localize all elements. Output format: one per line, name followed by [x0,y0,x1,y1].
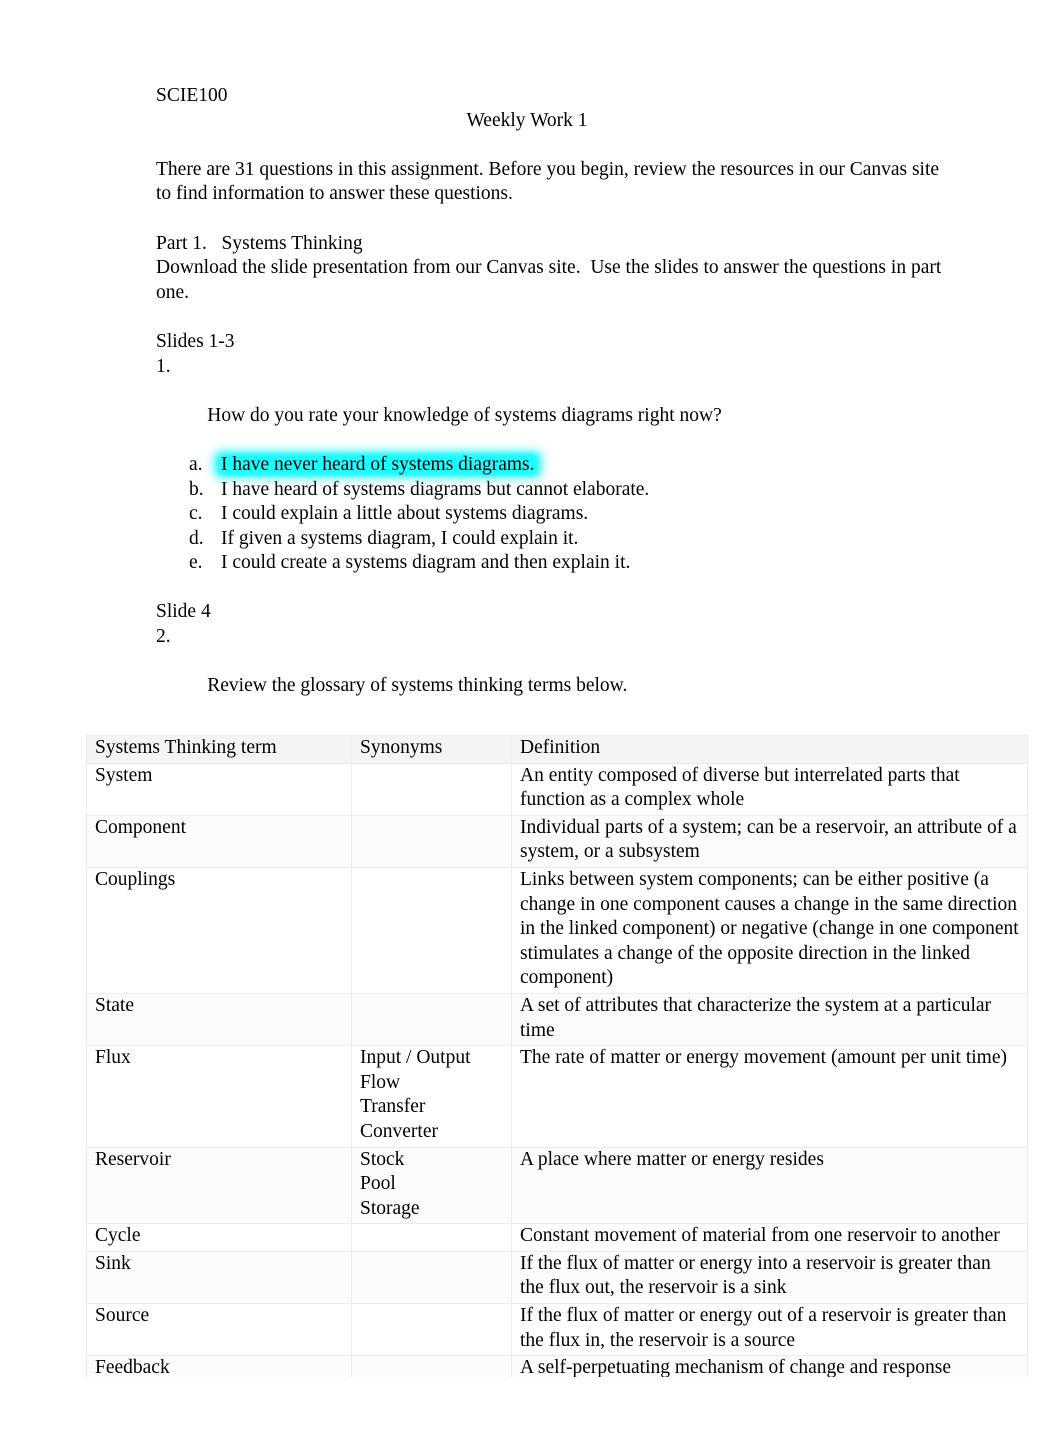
table-row: Couplings Links between system component… [86,866,1028,994]
cell-definition: Individual parts of a system; can be a r… [511,814,1028,868]
cell-term: Cycle [86,1223,352,1252]
document-page: SCIE100 Weekly Work 1 There are 31 quest… [0,0,1062,1437]
cell-synonyms [351,866,512,994]
synonym-item: Stock [360,1148,405,1170]
document-title: Weekly Work 1 [466,109,588,131]
cell-synonyms [351,1223,512,1252]
option-d-label: If given a systems diagram, I could expl… [221,527,579,549]
option-c-label: I could explain a little about systems d… [221,503,589,525]
cell-term: Couplings [86,866,352,994]
cell-definition: A set of attributes that characterize th… [511,992,1028,1047]
intro-paragraph: There are 31 questions in this assignmen… [156,158,944,205]
synonym-item: Transfer [360,1096,426,1118]
cell-definition: An entity composed of diverse but interr… [511,762,1028,816]
option-a[interactable]: a. I have never heard of systems diagram… [156,453,956,478]
option-b[interactable]: b. I have heard of systems diagrams but … [156,478,956,503]
option-d[interactable]: d. If given a systems diagram, I could e… [156,527,956,552]
option-e-label: I could create a systems diagram and the… [221,552,631,574]
synonym-item: Pool [360,1173,396,1195]
cell-term: Reservoir [86,1146,352,1225]
cell-term: Sink [86,1250,352,1305]
cell-synonyms: Input / Output Flow Transfer Converter [351,1045,512,1148]
table-row: Flux Input / Output Flow Transfer Conver… [86,1045,1028,1148]
glossary-table-body: Systems Thinking term Synonyms Definitio… [86,735,1028,1384]
synonym-item: Flow [360,1071,401,1093]
cell-definition: Constant movement of material from one r… [511,1223,1028,1252]
option-c[interactable]: c. I could explain a little about system… [156,502,956,527]
cell-term: State [86,992,352,1047]
cell-definition: If the flux of matter or energy into a r… [511,1250,1028,1305]
option-c-marker: c. [189,503,203,525]
option-a-highlight: I have never heard of systems diagrams. [221,453,535,478]
cell-synonyms [351,762,512,816]
cell-synonyms [351,1250,512,1305]
question-1: 1. How do you rate your knowledge of sys… [156,355,956,453]
question-2: 2. Review the glossary of systems thinki… [156,625,956,723]
cell-term: Component [86,814,352,868]
cell-definition: The rate of matter or energy movement (a… [511,1045,1028,1148]
table-header-row: Systems Thinking term Synonyms Definitio… [86,735,1028,764]
option-e[interactable]: e. I could create a systems diagram and … [156,551,956,576]
option-e-marker: e. [189,552,203,574]
slides-heading-2: Slide 4 [156,601,211,623]
header-cell-synonyms: Synonyms [351,735,512,764]
header-cell-term: Systems Thinking term [86,735,352,764]
option-d-marker: d. [189,527,204,549]
table-row: Cycle Constant movement of material from… [86,1223,1028,1252]
table-row: System An entity composed of diverse but… [86,762,1028,816]
cell-synonyms: Stock Pool Storage [351,1146,512,1225]
course-code: SCIE100 [156,85,228,106]
table-row: Source If the flux of matter or energy o… [86,1303,1028,1357]
document-text-body: SCIE100 Weekly Work 1 There are 31 quest… [156,84,956,723]
cell-synonyms [351,1303,512,1357]
synonym-item: Input / Output [360,1047,471,1069]
synonym-item: Converter [360,1120,438,1142]
option-a-label: I have never heard of systems diagrams. [221,453,535,475]
part-heading: Part 1. Systems Thinking [156,232,363,254]
cell-definition: Links between system components; can be … [511,866,1028,994]
question-1-marker: 1. [156,355,171,377]
table-row: State A set of attributes that character… [86,992,1028,1047]
cell-definition: A place where matter or energy resides [511,1146,1028,1225]
cell-term: Flux [86,1045,352,1148]
page-bottom-clip [0,1377,1062,1437]
option-a-marker: a. [189,453,203,475]
table-row: Reservoir Stock Pool Storage A place whe… [86,1146,1028,1225]
option-b-label: I have heard of systems diagrams but can… [221,478,650,500]
header-cell-definition: Definition [511,735,1028,764]
cell-term: System [86,762,352,816]
slides-heading-1: Slides 1-3 [156,330,235,352]
part-instructions: Download the slide presentation from our… [156,257,947,303]
table-row: Component Individual parts of a system; … [86,814,1028,868]
glossary-table: Systems Thinking term Synonyms Definitio… [86,735,1028,1384]
cell-term: Source [86,1303,352,1357]
synonym-item: Storage [360,1197,420,1219]
cell-synonyms [351,992,512,1047]
cell-synonyms [351,814,512,868]
question-2-text: Review the glossary of systems thinking … [207,675,628,697]
question-2-marker: 2. [156,626,171,648]
option-b-marker: b. [189,478,204,500]
cell-definition: If the flux of matter or energy out of a… [511,1303,1028,1357]
question-1-options: a. I have never heard of systems diagram… [156,453,956,576]
table-row: Sink If the flux of matter or energy int… [86,1250,1028,1305]
question-1-text: How do you rate your knowledge of system… [207,404,722,426]
